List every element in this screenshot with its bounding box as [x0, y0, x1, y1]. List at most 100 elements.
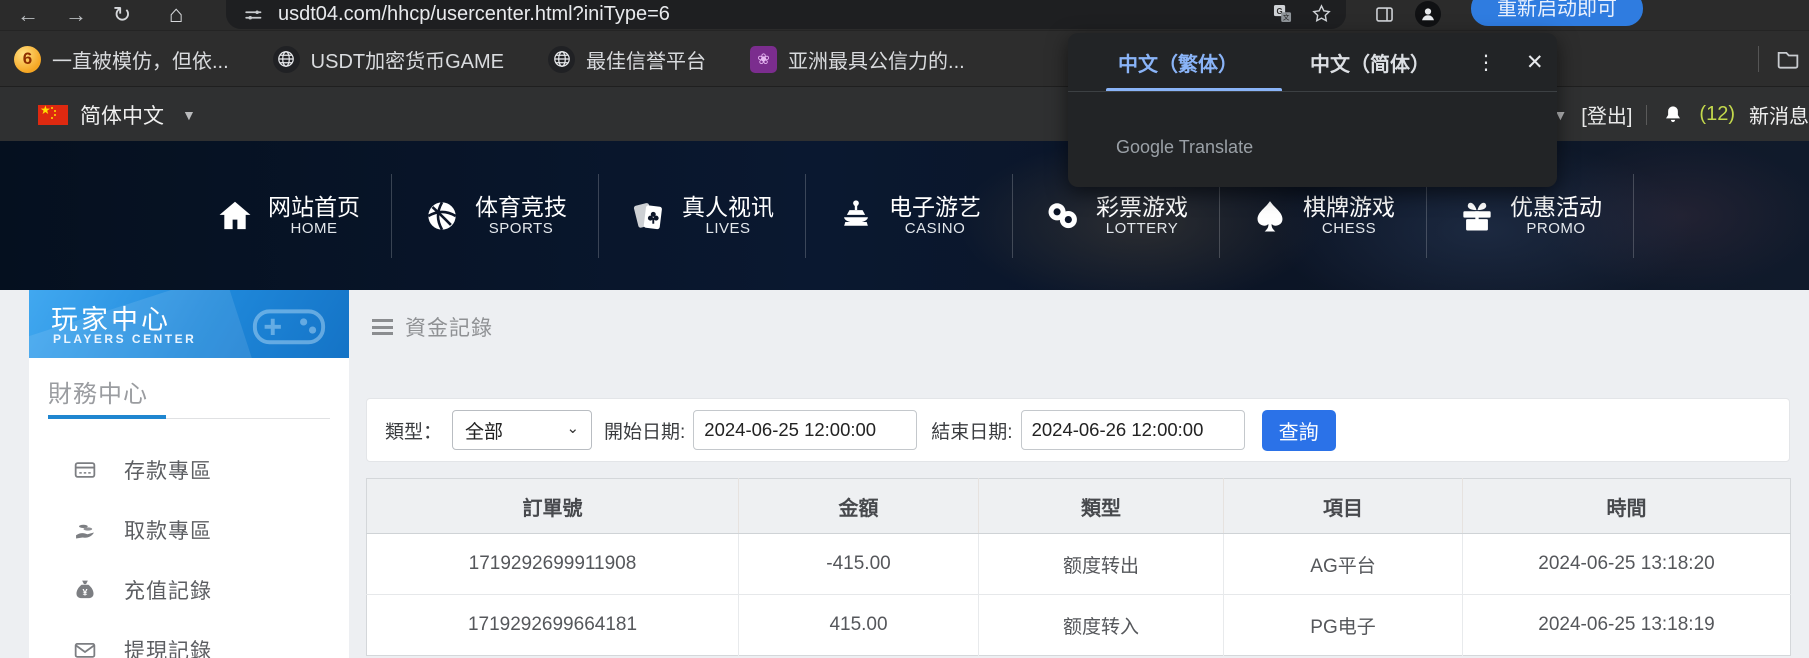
- translate-popup-footer: Google Translate: [1116, 137, 1254, 157]
- bookmark-favicon: ❀: [750, 45, 778, 73]
- close-icon[interactable]: ✕: [1526, 50, 1544, 75]
- nav-label-en: SPORTS: [488, 220, 554, 238]
- nav-item[interactable]: 网站首页 HOME: [185, 173, 392, 258]
- tab-chinese-traditional[interactable]: 中文（繁体）: [1118, 48, 1238, 77]
- time-cell: 2024-06-25 13:18:20: [1462, 533, 1791, 595]
- back-icon[interactable]: ←: [14, 0, 42, 30]
- type-cell: 额度转入: [978, 594, 1224, 656]
- sidebar-item-label: 存款專區: [124, 460, 212, 483]
- bell-icon[interactable]: [1661, 103, 1685, 127]
- end-date-input[interactable]: [1020, 410, 1245, 450]
- amount-cell: 415.00: [738, 594, 979, 656]
- platform-cell: AG平台: [1223, 533, 1463, 595]
- table-row[interactable]: 1719292699664181 415.00 额度转入 PG电子 2024-0…: [366, 594, 1791, 656]
- player-center-sidebar: 玩家中心 PLAYERS CENTER 財務中心 存款專區 取款專區 充值記錄 …: [29, 290, 349, 658]
- globe-icon: [275, 48, 297, 70]
- logout-link[interactable]: [登出]: [1581, 100, 1632, 129]
- table-header-cell: 金額: [738, 478, 979, 534]
- bookmark-item[interactable]: USDT加密货币GAME: [272, 45, 505, 74]
- type-label: 類型：: [385, 421, 443, 443]
- nav-label-en: CASINO: [904, 220, 966, 238]
- translate-icon[interactable]: [1272, 3, 1293, 24]
- nav-label-en: LIVES: [705, 220, 751, 238]
- table-header-row: 訂單號 金額 類型 項目 時間: [366, 478, 1791, 534]
- nav-label-en: LOTTERY: [1105, 220, 1179, 238]
- nav-icon: [630, 197, 668, 235]
- bookmark-favicon: [548, 45, 576, 73]
- sidebar-menu-item[interactable]: 提現記錄: [29, 620, 349, 658]
- china-flag-icon: ★: [38, 103, 68, 125]
- bookmark-label: 最佳信誉平台: [586, 50, 707, 73]
- nav-label-zh: 彩票游戏: [1096, 193, 1188, 220]
- nav-label-zh: 体育竞技: [475, 193, 567, 220]
- bookmark-item[interactable]: 6 一直被模仿，但依...: [14, 45, 229, 74]
- bookmark-favicon: [272, 45, 300, 73]
- sidebar-menu: 存款專區 取款專區 充值記錄 提現記錄: [29, 440, 349, 658]
- bookmark-item[interactable]: 最佳信誉平台: [548, 45, 706, 74]
- nav-item[interactable]: 真人视讯 LIVES: [599, 173, 806, 258]
- message-label[interactable]: 新消息: [1749, 100, 1809, 129]
- reload-icon[interactable]: ↻: [108, 0, 136, 30]
- home-button-icon[interactable]: ⌂: [162, 0, 190, 30]
- active-tab-underline: [1106, 88, 1282, 91]
- list-icon: [372, 319, 393, 335]
- table-row[interactable]: 1719292699911908 -415.00 额度转出 AG平台 2024-…: [366, 533, 1791, 595]
- nav-item[interactable]: 体育竞技 SPORTS: [392, 173, 599, 258]
- table-header-cell: 時間: [1462, 478, 1791, 534]
- sidebar-title-en: PLAYERS CENTER: [53, 332, 197, 346]
- site-info-icon[interactable]: [242, 4, 264, 26]
- profile-avatar[interactable]: [1415, 1, 1441, 27]
- browser-toolbar: ← → ↻ ⌂ usdt04.com/hhcp/usercenter.html?…: [0, 0, 1809, 30]
- start-date-input[interactable]: [693, 410, 918, 450]
- type-select[interactable]: 全部 ⌄: [452, 410, 593, 450]
- sidebar-menu-item[interactable]: 取款專區: [29, 500, 349, 560]
- nav-icon: [1458, 197, 1496, 235]
- nav-label-zh: 网站首页: [268, 193, 360, 220]
- type-cell: 额度转出: [978, 533, 1224, 595]
- order-number-cell: 1719292699664181: [366, 594, 739, 656]
- nav-label-zh: 棋牌游戏: [1303, 193, 1395, 220]
- sidebar-section-title: 財務中心: [48, 381, 148, 408]
- nav-label-en: HOME: [290, 220, 338, 238]
- sidebar-item-icon: [72, 577, 98, 603]
- page-title: 資金記錄: [372, 312, 493, 342]
- sidebar-item-label: 充值記錄: [124, 580, 212, 603]
- restart-to-update-button[interactable]: 重新启动即可: [1471, 0, 1643, 26]
- sidebar-item-icon: [72, 457, 98, 483]
- language-caret-icon[interactable]: ▼: [182, 107, 196, 123]
- other-bookmarks-folder-icon[interactable]: [1775, 46, 1801, 72]
- bookmark-item[interactable]: ❀ 亚洲最具公信力的...: [750, 45, 965, 74]
- players-center-banner: 玩家中心 PLAYERS CENTER: [29, 290, 349, 358]
- sidebar-item-icon: [72, 637, 98, 658]
- nav-icon: [423, 197, 461, 235]
- nav-label-zh: 优惠活动: [1510, 193, 1602, 220]
- nav-item[interactable]: 电子游艺 CASINO: [806, 173, 1013, 258]
- person-icon: [1418, 4, 1438, 24]
- message-count[interactable]: (12): [1699, 103, 1735, 126]
- nav-label-zh: 电子游艺: [889, 193, 981, 220]
- tab-chinese-simplified[interactable]: 中文（简体）: [1310, 48, 1430, 77]
- bookmarks-divider: [1758, 46, 1759, 72]
- more-options-icon[interactable]: ⋮: [1476, 50, 1496, 75]
- bookmark-label: USDT加密货币GAME: [310, 50, 505, 73]
- sidebar-menu-item[interactable]: 存款專區: [29, 440, 349, 500]
- address-bar[interactable]: usdt04.com/hhcp/usercenter.html?iniType=…: [226, 0, 1346, 29]
- translate-popup: 中文（繁体） 中文（简体） ⋮ ✕ Google Translate: [1068, 33, 1557, 187]
- bookmark-star-icon[interactable]: [1311, 3, 1332, 24]
- table-header-cell: 項目: [1223, 478, 1463, 534]
- url-text[interactable]: usdt04.com/hhcp/usercenter.html?iniType=…: [278, 3, 670, 26]
- start-date-label: 開始日期:: [604, 421, 686, 443]
- table-header-cell: 類型: [978, 478, 1224, 534]
- funds-record-table: 訂單號 金額 類型 項目 時間 1719292699911908 -415.00…: [366, 478, 1791, 656]
- sidebar-item-label: 提現記錄: [124, 640, 212, 658]
- sidebar-menu-item[interactable]: 充值記錄: [29, 560, 349, 620]
- nav-label-zh: 真人视讯: [682, 193, 774, 220]
- amount-cell: -415.00: [738, 533, 979, 595]
- time-cell: 2024-06-25 13:18:19: [1462, 594, 1791, 656]
- nav-icon: [1044, 197, 1082, 235]
- side-panel-icon[interactable]: [1373, 3, 1396, 26]
- forward-icon[interactable]: →: [62, 0, 90, 30]
- language-selector[interactable]: 简体中文: [80, 100, 164, 130]
- search-button[interactable]: 查詢: [1261, 409, 1336, 451]
- nav-label-en: PROMO: [1526, 220, 1586, 238]
